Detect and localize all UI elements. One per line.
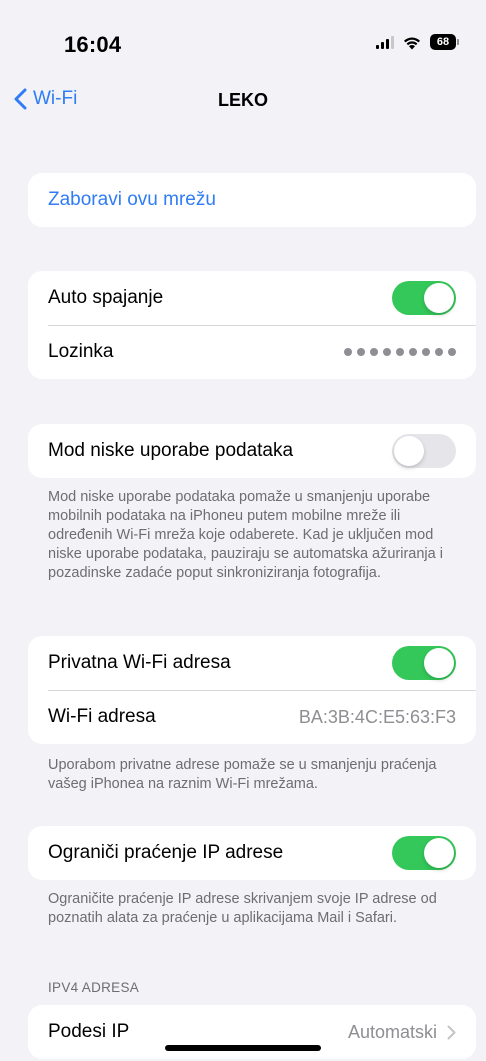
auto-join-label: Auto spajanje xyxy=(48,287,164,308)
auto-join-toggle[interactable] xyxy=(392,281,456,315)
battery-level: 68 xyxy=(436,36,450,48)
home-indicator xyxy=(165,1045,321,1051)
low-data-group: Mod niske uporabe podataka xyxy=(28,424,476,478)
ip-tracking-row: Ograniči praćenje IP adrese xyxy=(28,826,476,880)
configure-ip-label: Podesi IP xyxy=(48,1021,130,1042)
low-data-row: Mod niske uporabe podataka xyxy=(28,424,476,478)
password-dot xyxy=(409,348,417,356)
password-dot xyxy=(370,348,378,356)
password-label: Lozinka xyxy=(48,341,114,362)
status-icons: 68 xyxy=(376,34,459,50)
cellular-signal-icon xyxy=(376,35,394,49)
toggle-knob xyxy=(424,648,454,678)
chevron-right-icon xyxy=(447,1025,456,1039)
password-dot xyxy=(422,348,430,356)
wifi-address-value: BA:3B:4C:E5:63:F3 xyxy=(298,706,456,727)
toggle-knob xyxy=(424,283,454,313)
private-address-toggle[interactable] xyxy=(392,646,456,680)
password-dot xyxy=(357,348,365,356)
wifi-address-label: Wi-Fi adresa xyxy=(48,706,156,727)
ip-tracking-label: Ograniči praćenje IP adrese xyxy=(48,842,284,863)
private-address-label: Privatna Wi-Fi adresa xyxy=(48,652,231,673)
private-address-group: Privatna Wi-Fi adresa Wi-Fi adresa BA:3B… xyxy=(28,636,476,744)
password-mask xyxy=(344,348,456,356)
status-time: 16:04 xyxy=(64,32,122,57)
navigation-bar: Wi-Fi LEKO xyxy=(0,82,486,122)
password-dot xyxy=(344,348,352,356)
password-row[interactable]: Lozinka xyxy=(28,325,476,379)
wifi-address-row: Wi-Fi adresa BA:3B:4C:E5:63:F3 xyxy=(28,690,476,744)
auto-join-row: Auto spajanje xyxy=(28,271,476,325)
status-bar: 16:04 68 xyxy=(0,0,486,80)
private-address-footnote: Uporabom privatne adrese pomaže se u sma… xyxy=(48,757,437,792)
forget-network-label: Zaboravi ovu mrežu xyxy=(48,189,216,210)
page-title: LEKO xyxy=(217,90,268,110)
wifi-icon xyxy=(404,37,420,49)
wifi-network-settings-screen: 16:04 68 Wi-Fi LEKO Zaboravi ovu mrežu A… xyxy=(0,0,486,1061)
ip-tracking-toggle[interactable] xyxy=(392,836,456,870)
ip-tracking-group: Ograniči praćenje IP adrese xyxy=(28,826,476,880)
forget-network-button[interactable]: Zaboravi ovu mrežu xyxy=(28,173,476,227)
connection-group: Auto spajanje Lozinka xyxy=(28,271,476,379)
low-data-footnote: Mod niske uporabe podataka pomaže u sman… xyxy=(48,489,443,581)
battery-icon: 68 xyxy=(430,34,459,50)
toggle-knob xyxy=(424,838,454,868)
low-data-toggle[interactable] xyxy=(392,434,456,468)
password-dot xyxy=(448,348,456,356)
private-address-row: Privatna Wi-Fi adresa xyxy=(28,636,476,690)
ipv4-section-header: IPV4 ADRESA xyxy=(48,980,140,995)
password-dot xyxy=(435,348,443,356)
low-data-label: Mod niske uporabe podataka xyxy=(48,440,294,461)
password-dot xyxy=(383,348,391,356)
password-dot xyxy=(396,348,404,356)
forget-network-group: Zaboravi ovu mrežu xyxy=(28,173,476,227)
ip-tracking-footnote: Ograničite praćenje IP adrese skrivanjem… xyxy=(48,891,437,926)
configure-ip-value: Automatski xyxy=(347,1021,437,1042)
toggle-knob xyxy=(394,436,424,466)
